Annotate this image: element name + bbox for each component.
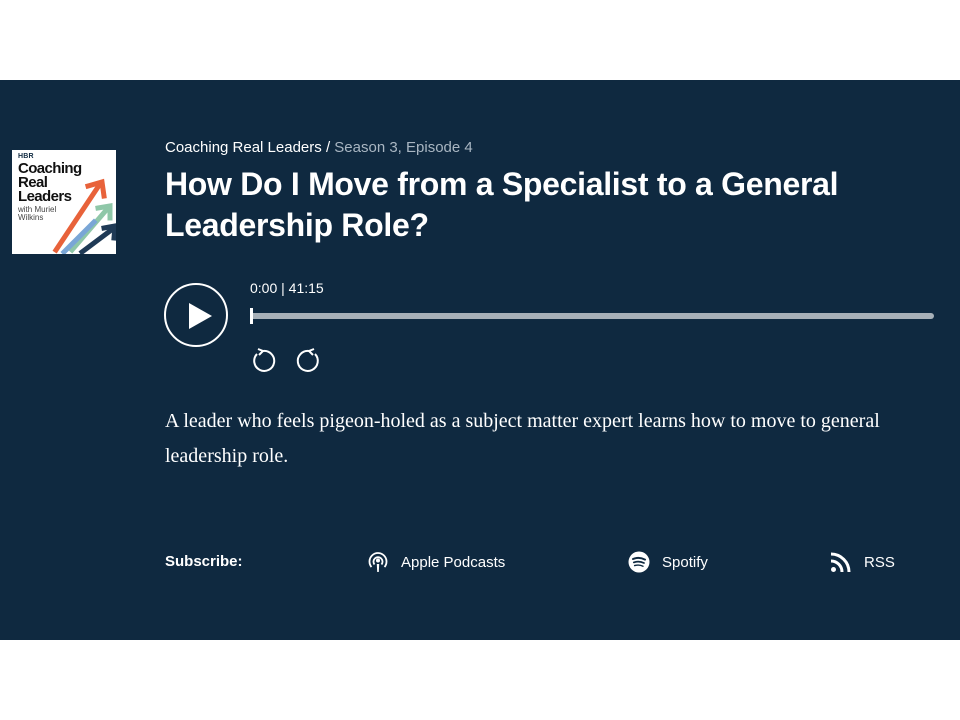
episode-title: How Do I Move from a Specialist to a Gen… [165,166,839,243]
rss-icon [830,552,851,573]
subscribe-link-label: Apple Podcasts [401,553,506,571]
subscribe-link-label: Spotify [662,553,708,571]
subscribe-apple-podcasts[interactable]: Apple Podcasts [367,550,505,574]
subscribe-label: Subscribe: [165,553,243,570]
subscribe-rss[interactable]: RSS [830,550,895,574]
forward-icon [296,348,319,372]
progress-handle[interactable] [250,308,253,324]
rewind-button[interactable] [249,346,277,374]
podcast-cover-art[interactable]: HBR Coaching Real Leaders with Muriel Wi… [12,150,116,254]
breadcrumb: Coaching Real Leaders / Season 3, Episod… [165,139,473,156]
breadcrumb-separator: / [321,139,335,156]
spotify-icon [628,551,650,573]
subscribe-link-label: RSS [864,553,895,571]
time-display: 0:00 | 41:15 [250,280,324,296]
rewind-icon [253,348,276,372]
series-link[interactable]: Coaching Real Leaders [165,139,322,156]
progress-bar[interactable] [250,308,934,324]
play-button[interactable] [164,283,228,347]
forward-button[interactable] [295,346,323,374]
cover-brand: HBR [18,153,34,160]
cover-arrows-icon [52,178,116,254]
play-icon [189,303,212,329]
subscribe-spotify[interactable]: Spotify [628,550,708,574]
podcast-player-panel: HBR Coaching Real Leaders with Muriel Wi… [0,80,960,640]
podcast-icon [368,552,388,572]
episode-label: Season 3, Episode 4 [334,139,473,156]
episode-description: A leader who feels pigeon-holed as a sub… [165,410,880,467]
